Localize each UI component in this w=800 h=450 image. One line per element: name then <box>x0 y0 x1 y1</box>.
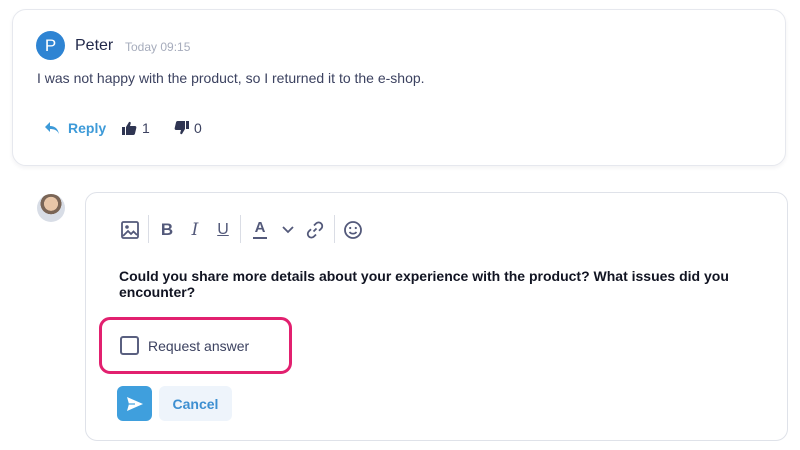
avatar: P <box>36 31 65 60</box>
text-color-button[interactable]: A <box>249 219 271 241</box>
thumbs-up-icon <box>122 121 137 135</box>
emoji-icon[interactable] <box>342 219 364 241</box>
italic-button[interactable]: I <box>184 219 206 241</box>
toolbar-divider <box>240 215 241 243</box>
toolbar-divider <box>148 215 149 243</box>
send-button[interactable] <box>117 386 152 421</box>
dislike-button[interactable]: 0 <box>174 120 202 136</box>
user-avatar <box>37 194 65 222</box>
italic-label: I <box>191 220 199 240</box>
text-color-swatch <box>253 237 267 239</box>
reply-label: Reply <box>68 120 107 136</box>
request-answer-label[interactable]: Request answer <box>148 338 249 354</box>
chevron-down-icon[interactable] <box>277 219 299 241</box>
request-answer-checkbox[interactable] <box>120 336 139 355</box>
comment-author[interactable]: Peter <box>75 37 113 55</box>
dislike-count: 0 <box>194 120 202 136</box>
underline-label: U <box>217 221 229 238</box>
send-icon <box>126 396 143 411</box>
image-icon[interactable] <box>119 219 141 241</box>
cancel-button[interactable]: Cancel <box>159 386 232 421</box>
bold-button[interactable]: B <box>156 219 178 241</box>
like-count: 1 <box>142 120 150 136</box>
bold-label: B <box>160 220 174 239</box>
editor-content[interactable]: Could you share more details about your … <box>119 268 800 300</box>
avatar-letter: P <box>44 35 57 55</box>
thumbs-down-icon <box>174 121 189 135</box>
text-color-label: A <box>254 219 266 236</box>
reply-icon <box>45 122 59 134</box>
link-icon[interactable] <box>304 219 326 241</box>
comment-timestamp: Today 09:15 <box>125 40 191 54</box>
like-button[interactable]: 1 <box>122 120 150 136</box>
reply-button[interactable]: Reply <box>44 120 106 136</box>
underline-button[interactable]: U <box>212 219 234 241</box>
comment-card <box>12 9 786 166</box>
toolbar-divider <box>334 215 335 243</box>
comment-text: I was not happy with the product, so I r… <box>37 70 425 86</box>
